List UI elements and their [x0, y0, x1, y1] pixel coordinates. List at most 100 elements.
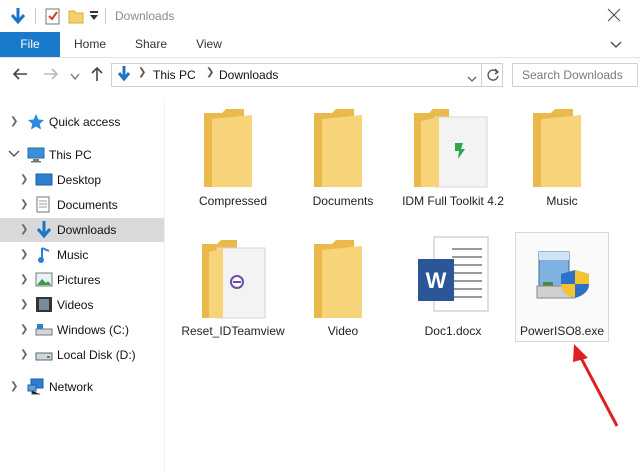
- address-bar[interactable]: ❯ This PC ❯ Downloads: [111, 63, 503, 87]
- customize-toolbar-icon[interactable]: [89, 10, 99, 25]
- expand-ribbon-icon[interactable]: [610, 39, 622, 53]
- chevron-right-icon[interactable]: ❯: [20, 224, 28, 235]
- breadcrumb-downloads[interactable]: Downloads: [219, 68, 278, 82]
- file-name: PowerISO8.exe: [519, 324, 605, 338]
- chevron-right-icon[interactable]: ❯: [20, 299, 28, 310]
- nav-item-network[interactable]: ❯ Network: [0, 375, 164, 399]
- file-item-documents[interactable]: Documents: [289, 102, 397, 232]
- word-document-icon: W: [416, 235, 490, 322]
- downloads-icon: [36, 220, 52, 243]
- chevron-down-icon[interactable]: [8, 148, 20, 162]
- chevron-right-icon[interactable]: ❯: [206, 67, 214, 78]
- tab-view[interactable]: View: [183, 32, 235, 57]
- file-name: Documents: [312, 194, 374, 208]
- file-name: Reset_IDTeamview: [181, 324, 285, 338]
- window-title: Downloads: [115, 9, 175, 23]
- nav-item-quick-access[interactable]: ❯ Quick access: [0, 110, 164, 134]
- nav-label: Desktop: [57, 173, 102, 187]
- ribbon-tabs: File Home Share View: [0, 32, 640, 58]
- navigation-bar: ❯ This PC ❯ Downloads Search Downloads: [0, 58, 640, 92]
- nav-label: Pictures: [57, 273, 101, 287]
- breadcrumb-this-pc[interactable]: This PC: [153, 68, 196, 82]
- file-item-idm-toolkit[interactable]: IDM Full Toolkit 4.2: [399, 102, 507, 232]
- nav-item-windows-c[interactable]: ❯ Windows (C:): [0, 318, 164, 342]
- pictures-icon: [35, 272, 53, 290]
- music-note-icon: [37, 246, 51, 267]
- chevron-right-icon[interactable]: ❯: [138, 67, 146, 78]
- desktop-icon: [35, 173, 53, 190]
- chevron-right-icon[interactable]: ❯: [20, 174, 28, 185]
- star-icon: [27, 113, 45, 134]
- up-arrow-icon[interactable]: [90, 66, 104, 85]
- folder-with-file-icon: [197, 238, 269, 323]
- nav-label: Quick access: [49, 115, 121, 129]
- chevron-right-icon[interactable]: ❯: [20, 349, 28, 360]
- nav-label: Videos: [57, 298, 94, 312]
- address-dropdown-icon[interactable]: [467, 72, 477, 86]
- downloads-icon: [116, 65, 132, 86]
- file-item-compressed[interactable]: Compressed: [179, 102, 287, 232]
- network-icon: [27, 378, 45, 398]
- tab-file[interactable]: File: [0, 32, 60, 57]
- nav-label: This PC: [49, 148, 92, 162]
- drive-icon: [35, 351, 53, 365]
- nav-label: Music: [57, 248, 89, 262]
- videos-icon: [35, 296, 53, 316]
- folder-with-file-icon: [409, 107, 489, 192]
- tab-home[interactable]: Home: [64, 32, 116, 57]
- svg-text:W: W: [426, 268, 447, 293]
- separator: [481, 64, 482, 86]
- chevron-right-icon[interactable]: ❯: [20, 249, 28, 260]
- drive-windows-icon: [35, 323, 53, 340]
- nav-label: Network: [49, 380, 94, 394]
- annotation-arrow: [573, 344, 619, 427]
- file-name: IDM Full Toolkit 4.2: [402, 194, 504, 208]
- nav-label: Downloads: [57, 223, 117, 237]
- nav-label: Local Disk (D:): [57, 348, 136, 362]
- tab-share[interactable]: Share: [125, 32, 177, 57]
- folder-icon: [531, 107, 593, 192]
- nav-item-local-disk-d[interactable]: ❯ Local Disk (D:): [0, 343, 164, 367]
- nav-item-pictures[interactable]: ❯ Pictures: [0, 268, 164, 292]
- file-item-music[interactable]: Music: [508, 102, 616, 232]
- chevron-right-icon[interactable]: ❯: [20, 324, 28, 335]
- file-name: Doc1.docx: [424, 324, 482, 338]
- folder-icon: [312, 107, 374, 192]
- chevron-right-icon[interactable]: ❯: [20, 274, 28, 285]
- chevron-right-icon[interactable]: ❯: [10, 116, 18, 127]
- file-item-video[interactable]: Video: [289, 232, 397, 362]
- search-placeholder: Search Downloads: [522, 68, 623, 82]
- nav-item-downloads[interactable]: ❯ Downloads: [0, 218, 164, 242]
- refresh-icon[interactable]: [486, 68, 500, 85]
- nav-label: Documents: [57, 198, 118, 212]
- forward-arrow-icon[interactable]: [43, 67, 59, 84]
- search-input[interactable]: Search Downloads: [512, 63, 638, 87]
- separator: [105, 8, 106, 24]
- nav-item-music[interactable]: ❯ Music: [0, 243, 164, 267]
- installer-icon: [535, 246, 591, 305]
- nav-item-videos[interactable]: ❯ Videos: [0, 293, 164, 317]
- file-item-reset-idteamview[interactable]: Reset_IDTeamview: [179, 232, 287, 362]
- nav-item-documents[interactable]: ❯ Documents: [0, 193, 164, 217]
- properties-icon[interactable]: [45, 7, 61, 28]
- nav-item-desktop[interactable]: ❯ Desktop: [0, 168, 164, 192]
- new-folder-icon[interactable]: [68, 8, 84, 27]
- folder-icon: [312, 238, 374, 323]
- navigation-pane: ❯ Quick access This PC ❯ Desktop ❯ Docum…: [0, 98, 165, 472]
- quick-access-down-icon[interactable]: [9, 6, 27, 29]
- file-name: Video: [327, 324, 359, 338]
- nav-item-this-pc[interactable]: This PC: [0, 143, 164, 167]
- file-item-doc1-docx[interactable]: W Doc1.docx: [399, 232, 507, 362]
- title-bar: Downloads: [0, 0, 640, 32]
- close-icon[interactable]: [607, 8, 621, 25]
- chevron-right-icon[interactable]: ❯: [20, 199, 28, 210]
- separator: [35, 8, 36, 24]
- computer-icon: [27, 147, 45, 166]
- file-name: Music: [546, 194, 578, 208]
- recent-locations-icon[interactable]: [70, 70, 80, 84]
- nav-label: Windows (C:): [57, 323, 130, 337]
- chevron-right-icon[interactable]: ❯: [10, 381, 18, 392]
- back-arrow-icon[interactable]: [12, 67, 28, 84]
- file-name: Compressed: [198, 194, 268, 208]
- documents-icon: [36, 196, 51, 217]
